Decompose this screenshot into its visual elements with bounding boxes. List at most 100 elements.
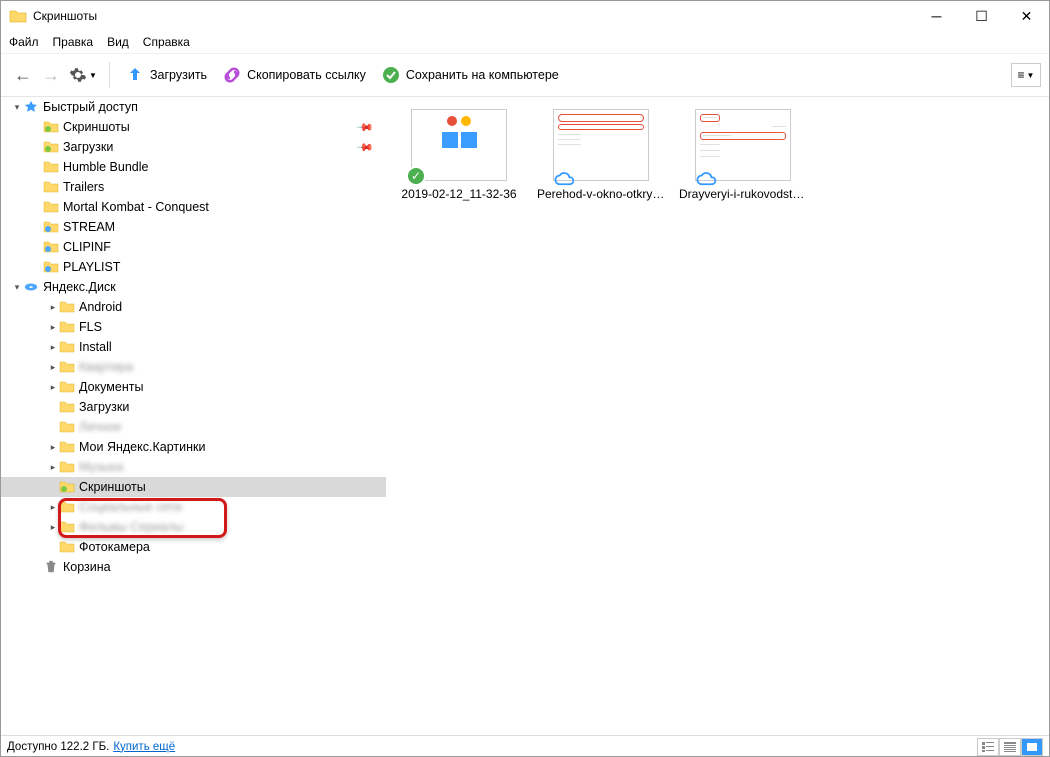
chevron-right-icon[interactable]: ▸ <box>47 342 59 353</box>
folder-icon <box>43 240 59 254</box>
cloud-icon <box>696 172 718 186</box>
thumbnail-image: ──────────────────────── <box>553 109 649 181</box>
quick-item[interactable]: STREAM <box>1 217 386 237</box>
settings-button[interactable]: ▼ <box>65 61 101 89</box>
file-thumbnail[interactable]: 2019-02-12_11-32-36 <box>394 109 524 201</box>
chevron-right-icon[interactable]: ▸ <box>47 442 59 453</box>
quick-item[interactable]: CLIPINF <box>1 237 386 257</box>
folder-icon <box>59 520 75 534</box>
folder-icon <box>59 420 75 434</box>
folder-icon <box>59 460 75 474</box>
menu-file[interactable]: Файл <box>9 35 39 49</box>
folder-icon <box>43 160 59 174</box>
quick-item[interactable]: PLAYLIST <box>1 257 386 277</box>
yadisk-item[interactable]: ▸FLS <box>1 317 386 337</box>
trash-item[interactable]: Корзина <box>1 557 386 577</box>
folder-icon <box>43 220 59 234</box>
view-details-button[interactable] <box>999 738 1021 756</box>
view-thumbnails-button[interactable] <box>1021 738 1043 756</box>
file-thumbnail[interactable]: ──────────────────────── Perehod-v-okno-o… <box>536 109 666 201</box>
folder-icon <box>59 320 75 334</box>
yadisk-item[interactable]: ▸Фильмы Сериалы <box>1 517 386 537</box>
yadisk-item[interactable]: Фотокамера <box>1 537 386 557</box>
folder-icon <box>59 360 75 374</box>
thumbnail-image <box>411 109 507 181</box>
window-controls: ─ ☐ ✕ <box>914 1 1049 31</box>
copy-link-button[interactable]: Скопировать ссылку <box>215 61 374 89</box>
folder-icon <box>43 140 59 154</box>
quick-access-root[interactable]: ▾ Быстрый доступ <box>1 97 386 117</box>
yadisk-item[interactable]: Личное <box>1 417 386 437</box>
yadisk-item[interactable]: ▸Install <box>1 337 386 357</box>
yadisk-item[interactable]: ▸Документы <box>1 377 386 397</box>
menu-help[interactable]: Справка <box>143 35 190 49</box>
yadisk-item[interactable]: ▸Музыка <box>1 457 386 477</box>
folder-icon <box>59 400 75 414</box>
file-name: Perehod-v-okno-otkryiti... <box>537 187 665 201</box>
forward-button[interactable]: → <box>37 61 65 89</box>
yadisk-root[interactable]: ▾ Яндекс.Диск <box>1 277 386 297</box>
chevron-right-icon[interactable]: ▸ <box>47 322 59 333</box>
yadisk-item[interactable]: ▸Квартира <box>1 357 386 377</box>
buy-more-link[interactable]: Купить ещё <box>113 741 175 753</box>
pin-icon: 📌 <box>356 118 375 137</box>
check-icon <box>382 66 400 84</box>
menubar: Файл Правка Вид Справка <box>1 31 1049 53</box>
chevron-down-icon[interactable]: ▾ <box>11 102 23 113</box>
toolbar: ← → ▼ Загрузить Скопировать ссылку Сохра… <box>1 53 1049 97</box>
yadisk-item[interactable]: Загрузки <box>1 397 386 417</box>
back-button[interactable]: ← <box>9 61 37 89</box>
main-area: ▾ Быстрый доступ Скриншоты📌Загрузки📌Humb… <box>1 97 1049 735</box>
synced-badge <box>406 166 426 186</box>
cloud-icon <box>554 172 576 186</box>
chevron-down-icon[interactable]: ▾ <box>11 282 23 293</box>
file-name: Drayveryi-i-rukovodstvo... <box>679 187 807 201</box>
folder-icon <box>43 180 59 194</box>
chevron-right-icon[interactable]: ▸ <box>47 522 59 533</box>
folder-icon <box>59 480 75 494</box>
menu-view[interactable]: Вид <box>107 35 129 49</box>
folder-icon <box>9 9 27 23</box>
quick-item[interactable]: Humble Bundle <box>1 157 386 177</box>
content-area[interactable]: 2019-02-12_11-32-36 ─────────────────────… <box>386 97 1049 735</box>
folder-icon <box>59 500 75 514</box>
minimize-button[interactable]: ─ <box>914 1 959 31</box>
quick-item[interactable]: Загрузки📌 <box>1 137 386 157</box>
chevron-right-icon[interactable]: ▸ <box>47 362 59 373</box>
save-button[interactable]: Сохранить на компьютере <box>374 61 567 89</box>
yadisk-item[interactable]: ▸Социальные сети <box>1 497 386 517</box>
sidebar: ▾ Быстрый доступ Скриншоты📌Загрузки📌Humb… <box>1 97 386 735</box>
folder-icon <box>43 120 59 134</box>
yadisk-item[interactable]: ▸Мои Яндекс.Картинки <box>1 437 386 457</box>
file-name: 2019-02-12_11-32-36 <box>401 187 516 201</box>
thumbnail-image: ────────────────────────────────────────… <box>695 109 791 181</box>
maximize-button[interactable]: ☐ <box>959 1 1004 31</box>
chevron-right-icon[interactable]: ▸ <box>47 382 59 393</box>
folder-icon <box>43 260 59 274</box>
quick-item[interactable]: Trailers <box>1 177 386 197</box>
pin-icon: 📌 <box>356 138 375 157</box>
folder-icon <box>59 540 75 554</box>
file-thumbnail[interactable]: ────────────────────────────────────────… <box>678 109 808 201</box>
disk-icon <box>23 280 39 294</box>
yadisk-item[interactable]: ▸Android <box>1 297 386 317</box>
folder-icon <box>43 200 59 214</box>
menu-edit[interactable]: Правка <box>53 35 94 49</box>
folder-icon <box>59 440 75 454</box>
folder-icon <box>59 340 75 354</box>
quick-item[interactable]: Mortal Kombat - Conquest <box>1 197 386 217</box>
close-button[interactable]: ✕ <box>1004 1 1049 31</box>
view-mode-button[interactable]: ≡ ▼ <box>1011 63 1041 87</box>
view-list-button[interactable] <box>977 738 999 756</box>
statusbar: Доступно 122.2 ГБ. Купить ещё <box>1 735 1049 757</box>
folder-icon <box>59 380 75 394</box>
titlebar: Скриншоты ─ ☐ ✕ <box>1 1 1049 31</box>
upload-button[interactable]: Загрузить <box>118 61 215 89</box>
chevron-right-icon[interactable]: ▸ <box>47 302 59 313</box>
chevron-right-icon[interactable]: ▸ <box>47 462 59 473</box>
trash-icon <box>43 560 59 574</box>
quick-item[interactable]: Скриншоты📌 <box>1 117 386 137</box>
yadisk-item[interactable]: Скриншоты <box>1 477 386 497</box>
link-icon <box>223 66 241 84</box>
chevron-right-icon[interactable]: ▸ <box>47 502 59 513</box>
